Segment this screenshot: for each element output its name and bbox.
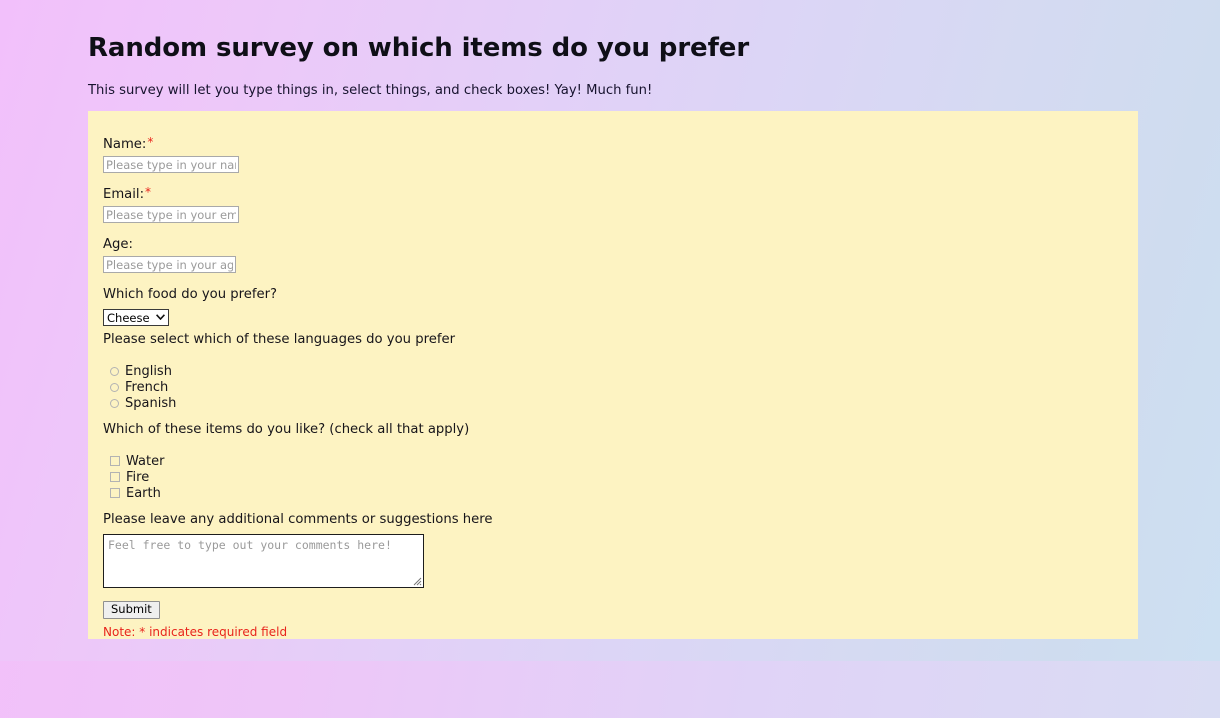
name-label: Name:*	[103, 135, 154, 152]
field-group-food: Which food do you prefer? Cheese	[103, 283, 277, 326]
required-field-note: Note: * indicates required field	[103, 625, 288, 639]
items-checkbox-group: Water Fire Earth	[103, 453, 469, 501]
radio-spanish[interactable]	[110, 398, 119, 408]
languages-label: Please select which of these languages d…	[103, 332, 455, 347]
languages-radio-group: English French Spanish	[103, 363, 455, 411]
checkbox-fire[interactable]	[110, 472, 120, 482]
field-group-name: Name:*	[103, 133, 239, 173]
page-subtitle: This survey will let you type things in,…	[88, 83, 653, 98]
page-content: Random survey on which items do you pref…	[0, 0, 1220, 661]
field-group-items: Which of these items do you like? (check…	[103, 418, 469, 501]
checkbox-row[interactable]: Fire	[103, 469, 469, 485]
field-group-comments: Please leave any additional comments or …	[103, 508, 492, 639]
email-label-text: Email:	[103, 187, 145, 202]
age-label: Age:	[103, 237, 133, 252]
checkbox-earth[interactable]	[110, 488, 120, 498]
comments-label: Please leave any additional comments or …	[103, 512, 493, 527]
comments-wrapper	[103, 528, 424, 588]
page-title: Random survey on which items do you pref…	[88, 33, 750, 63]
items-label: Which of these items do you like? (check…	[103, 422, 470, 437]
radio-french[interactable]	[110, 382, 119, 392]
checkbox-label-earth: Earth	[126, 485, 161, 501]
email-input[interactable]	[103, 206, 239, 223]
name-input[interactable]	[103, 156, 239, 173]
comments-textarea[interactable]	[103, 534, 424, 588]
checkbox-label-fire: Fire	[126, 469, 150, 485]
checkbox-row[interactable]: Water	[103, 453, 469, 469]
checkbox-row[interactable]: Earth	[103, 485, 469, 501]
submit-button[interactable]: Submit	[103, 601, 160, 619]
field-group-age: Age:	[103, 233, 236, 273]
food-select[interactable]: Cheese	[103, 309, 169, 326]
radio-row[interactable]: Spanish	[103, 395, 455, 411]
survey-form-panel: Name:* Email:* Age: Which food do you pr…	[88, 111, 1138, 639]
email-required-asterisk: *	[145, 185, 152, 199]
radio-label-spanish: Spanish	[125, 395, 177, 411]
food-label: Which food do you prefer?	[103, 287, 278, 302]
field-group-languages: Please select which of these languages d…	[103, 328, 455, 411]
food-select-wrapper: Cheese	[103, 307, 169, 326]
checkbox-water[interactable]	[110, 456, 120, 466]
radio-row[interactable]: French	[103, 379, 455, 395]
checkbox-label-water: Water	[126, 453, 165, 469]
email-label: Email:*	[103, 185, 152, 202]
radio-english[interactable]	[110, 366, 119, 376]
radio-label-english: English	[125, 363, 172, 379]
name-required-asterisk: *	[147, 135, 154, 149]
field-group-email: Email:*	[103, 183, 239, 223]
name-label-text: Name:	[103, 137, 147, 152]
radio-label-french: French	[125, 379, 169, 395]
radio-row[interactable]: English	[103, 363, 455, 379]
age-input[interactable]	[103, 256, 236, 273]
